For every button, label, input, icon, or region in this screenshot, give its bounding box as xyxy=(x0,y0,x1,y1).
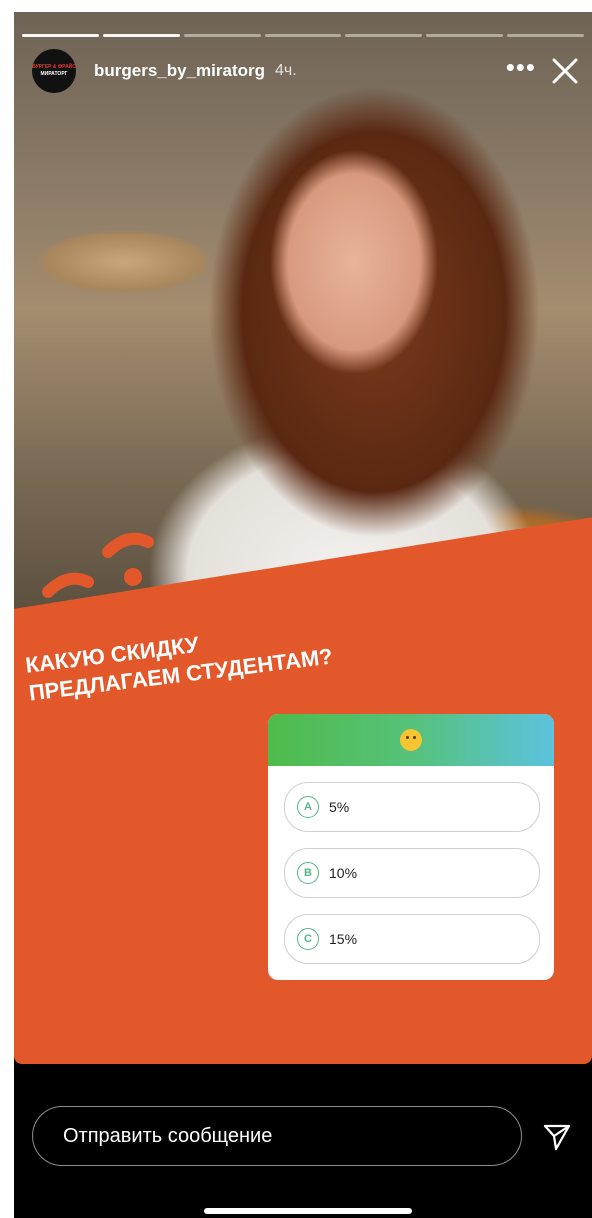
message-input[interactable]: Отправить сообщение xyxy=(32,1106,522,1166)
more-options-button[interactable]: ••• xyxy=(506,54,536,80)
quiz-sticker: A 5% B 10% C 15% xyxy=(268,714,554,980)
home-indicator[interactable] xyxy=(204,1208,412,1214)
progress-segment xyxy=(102,34,180,37)
progress-segment xyxy=(264,34,342,37)
progress-segment xyxy=(183,34,261,37)
option-text: 10% xyxy=(329,865,358,881)
avatar-line1: БУРГЕР & ФРАЙС xyxy=(32,64,76,70)
thinking-face-emoji-icon xyxy=(400,729,422,751)
progress-segment xyxy=(507,34,585,37)
story-viewer: БУРГЕР & ФРАЙС МИРАТОРГ burgers_by_mirat… xyxy=(14,12,592,1218)
username[interactable]: burgers_by_miratorg xyxy=(94,61,265,81)
story-progress-bar xyxy=(22,34,585,37)
progress-segment xyxy=(345,34,423,37)
avatar-line2: МИРАТОРГ xyxy=(40,71,68,77)
option-letter-badge: C xyxy=(297,928,319,950)
quiz-option-c[interactable]: C 15% xyxy=(284,914,540,964)
quiz-option-b[interactable]: B 10% xyxy=(284,848,540,898)
quiz-option-a[interactable]: A 5% xyxy=(284,782,540,832)
reply-bar: Отправить сообщение xyxy=(14,1064,592,1218)
quiz-header xyxy=(268,714,554,766)
story-header: БУРГЕР & ФРАЙС МИРАТОРГ burgers_by_mirat… xyxy=(32,48,580,94)
send-icon[interactable] xyxy=(542,1122,572,1152)
close-icon[interactable] xyxy=(550,56,580,86)
story-frame[interactable]: БУРГЕР & ФРАЙС МИРАТОРГ burgers_by_mirat… xyxy=(14,12,592,1064)
progress-segment xyxy=(22,34,99,37)
post-time: 4ч. xyxy=(275,62,297,79)
avatar[interactable]: БУРГЕР & ФРАЙС МИРАТОРГ xyxy=(32,49,76,93)
option-text: 15% xyxy=(329,931,358,947)
progress-segment xyxy=(426,34,504,37)
option-letter-badge: A xyxy=(297,796,319,818)
quiz-options: A 5% B 10% C 15% xyxy=(268,766,554,964)
option-letter-badge: B xyxy=(297,862,319,884)
thinking-face-sticker-icon xyxy=(42,532,154,623)
option-text: 5% xyxy=(329,799,350,815)
